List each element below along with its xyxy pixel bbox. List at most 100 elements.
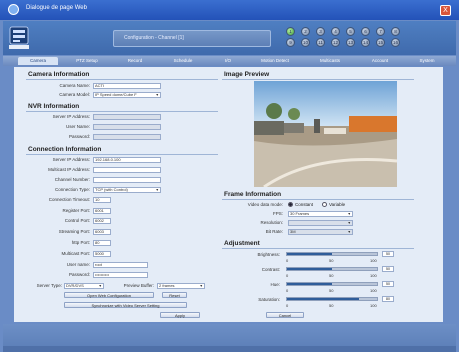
app-header: Configuration - Channel [1] 1 2 3 4 5 6 …	[3, 21, 456, 55]
scale-mid: 50	[329, 288, 334, 293]
channel-button[interactable]: 8	[391, 27, 400, 36]
fps-label: FPS:	[272, 211, 283, 216]
camera-model-select[interactable]: IP Speed dome/Cube F	[93, 92, 161, 98]
variable-label: Variable	[329, 202, 346, 207]
frame-info-heading: Frame Information	[224, 191, 282, 198]
preview-buffer-value: 2 frames	[159, 283, 175, 288]
slider-label: Contrast:	[261, 267, 280, 272]
constant-radio[interactable]	[288, 202, 293, 207]
channel-button[interactable]: 1	[286, 27, 295, 36]
slider-track[interactable]	[286, 252, 378, 256]
adjustment-sliders: Brightness: 50 0 50 100 Contrast: 50 0 50 100 Hue:…	[222, 250, 412, 312]
user-name-field[interactable]: root	[93, 262, 148, 268]
scale-max: 100	[370, 303, 377, 308]
tab-multicasts[interactable]: Multicasts	[308, 57, 352, 65]
tab-ptz-setup[interactable]: PTZ Setup	[67, 57, 107, 65]
server-type-select[interactable]: DVR/DVS	[64, 283, 104, 289]
http-port-field[interactable]: 80	[93, 240, 111, 246]
cancel-button[interactable]: Cancel	[266, 312, 304, 318]
password-label: Password:	[68, 272, 90, 277]
channel-button[interactable]: 12	[331, 38, 340, 47]
slider-value-box[interactable]: 50	[382, 251, 394, 257]
server-ip-field[interactable]: 192.168.0.100	[93, 157, 161, 163]
nvr-info-heading: NVR Information	[28, 103, 80, 110]
channel-buttons: 1 2 3 4 5 6 7 8 9 10 11 12 13 14 15 16	[286, 26, 406, 50]
slider-track[interactable]	[286, 282, 378, 286]
slider-value-box[interactable]: 80	[382, 296, 394, 302]
channel-number-label: Channel Number:	[54, 177, 90, 182]
channel-number-field[interactable]	[93, 177, 161, 183]
channel-button[interactable]: 11	[316, 38, 325, 47]
close-button[interactable]: X	[440, 5, 451, 16]
slider-fill	[287, 298, 359, 300]
channel-button[interactable]: 4	[331, 27, 340, 36]
camera-name-field[interactable]: ACTI	[93, 83, 161, 89]
nvr-user-name-field[interactable]	[93, 124, 161, 130]
channel-button[interactable]: 13	[346, 38, 355, 47]
tab-system[interactable]: System	[407, 57, 447, 65]
tab-motion-detect[interactable]: Motion Detect	[253, 57, 297, 65]
password-field[interactable]: ••••••••••	[93, 272, 148, 278]
nvr-password-field[interactable]	[93, 134, 161, 140]
nvr-server-ip-label: Server IP Address:	[52, 114, 90, 119]
reset-button[interactable]: Reset	[162, 292, 187, 298]
nvr-server-ip-field[interactable]	[93, 114, 161, 120]
bit-rate-value: 3M	[290, 229, 296, 234]
apply-button[interactable]: Apply	[160, 312, 200, 318]
scale-mid: 50	[329, 258, 334, 263]
camera-model-label: Camera Model:	[59, 92, 90, 97]
connection-type-select[interactable]: TCP (with Control)	[93, 187, 161, 193]
multicast-ip-field[interactable]	[93, 167, 161, 173]
camera-info-heading: Camera Information	[28, 71, 90, 78]
channel-button[interactable]: 2	[301, 27, 310, 36]
synchronize-button[interactable]: Synchronize with Video Server Setting	[64, 302, 187, 308]
connection-info-heading: Connection Information	[28, 146, 102, 153]
multicast-port-field[interactable]: 5000	[93, 251, 111, 257]
resolution-select[interactable]	[288, 220, 353, 226]
channel-button[interactable]: 6	[361, 27, 370, 36]
slider-row: Contrast: 50 0 50 100	[222, 265, 412, 280]
bit-rate-select[interactable]: 3M	[288, 229, 353, 235]
register-port-field[interactable]: 6001	[93, 208, 111, 214]
channel-button[interactable]: 16	[391, 38, 400, 47]
control-port-field[interactable]: 6002	[93, 218, 111, 224]
channel-button[interactable]: 9	[286, 38, 295, 47]
tab-camera[interactable]: Camera	[18, 57, 58, 65]
channel-button[interactable]: 5	[346, 27, 355, 36]
slider-track[interactable]	[286, 297, 378, 301]
preview-buffer-label: Preview Buffer:	[123, 283, 154, 288]
tab-record[interactable]: Record	[115, 57, 155, 65]
scale-mid: 50	[329, 303, 334, 308]
scale-min: 0	[286, 258, 289, 263]
channel-button[interactable]: 15	[376, 38, 385, 47]
tab-bar: Camera PTZ Setup Record Schedule I/O Mot…	[3, 56, 456, 66]
control-port-label: Control Port:	[64, 218, 90, 223]
streaming-port-field[interactable]: 6003	[93, 229, 111, 235]
connection-type-value: TCP (with Control)	[95, 187, 128, 192]
channel-button[interactable]: 14	[361, 38, 370, 47]
tab-account[interactable]: Account	[360, 57, 400, 65]
slider-label: Saturation:	[258, 297, 280, 302]
server-type-label: Server Type:	[36, 283, 62, 288]
slider-label: Brightness:	[257, 252, 280, 257]
scale-min: 0	[286, 288, 289, 293]
fps-select[interactable]: 30 Frames	[288, 211, 353, 217]
divider	[222, 199, 414, 200]
connection-timeout-field[interactable]: 10	[93, 197, 111, 203]
register-port-label: Register Port:	[62, 208, 90, 213]
slider-value-box[interactable]: 50	[382, 266, 394, 272]
slider-track[interactable]	[286, 267, 378, 271]
slider-value: 50	[386, 282, 390, 286]
channel-button[interactable]: 10	[301, 38, 310, 47]
nvr-password-label: Password:	[68, 134, 90, 139]
channel-button[interactable]: 3	[316, 27, 325, 36]
tab-schedule[interactable]: Schedule	[163, 57, 203, 65]
preview-buffer-select[interactable]: 2 frames	[157, 283, 205, 289]
slider-value-box[interactable]: 50	[382, 281, 394, 287]
variable-radio[interactable]	[322, 202, 327, 207]
channel-button[interactable]: 7	[376, 27, 385, 36]
configuration-label: Configuration - Channel [1]	[124, 35, 184, 41]
open-web-configuration-button[interactable]: Open Web Configuration	[64, 292, 154, 298]
tab-io[interactable]: I/O	[210, 57, 246, 65]
multicast-ip-label: Multicast IP Address:	[48, 167, 90, 172]
